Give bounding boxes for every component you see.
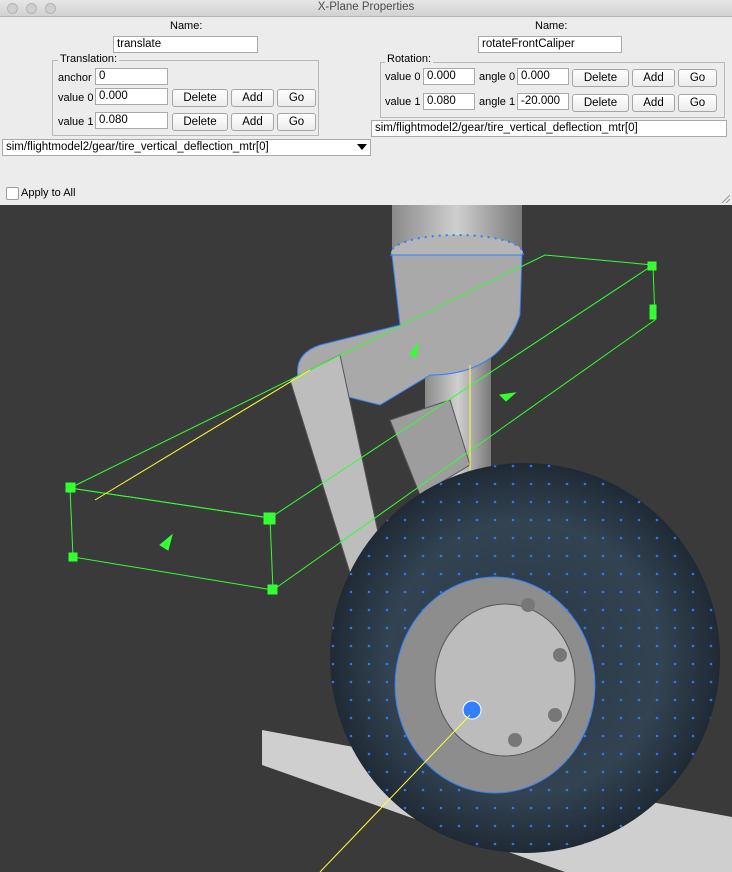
left-name-label: Name: (170, 20, 203, 32)
left-dataref-value: sim/flightmodel2/gear/tire_vertical_defl… (6, 141, 269, 153)
lug-nut (548, 708, 562, 722)
left-value0-delete-button[interactable]: Delete (172, 89, 228, 107)
angle0-field[interactable]: 0.000 (517, 68, 569, 85)
resize-grip-icon[interactable] (720, 193, 730, 203)
properties-window: X-Plane Properties Name: translate Trans… (0, 0, 732, 206)
right-value1-add-button[interactable]: Add (632, 94, 675, 112)
title-bar[interactable]: X-Plane Properties (0, 0, 732, 17)
3d-viewport[interactable] (0, 205, 732, 872)
left-value1-go-button[interactable]: Go (277, 113, 316, 131)
axle-center[interactable] (462, 700, 482, 720)
anchor-field[interactable]: 0 (95, 68, 168, 85)
right-value1-go-button[interactable]: Go (678, 94, 717, 112)
right-value0-go-button[interactable]: Go (678, 69, 717, 87)
lug-nut (508, 733, 522, 747)
anchor-label: anchor (58, 72, 92, 84)
lug-nut (553, 648, 567, 662)
left-value0-go-button[interactable]: Go (277, 89, 316, 107)
right-value1-label: value 1 (385, 96, 421, 108)
right-value0-field[interactable]: 0.000 (423, 68, 475, 85)
left-value1-add-button[interactable]: Add (231, 113, 274, 131)
left-value0-add-button[interactable]: Add (231, 89, 274, 107)
right-name-field[interactable]: rotateFrontCaliper (478, 36, 622, 53)
right-name-label: Name: (535, 20, 568, 32)
window-title: X-Plane Properties (317, 1, 415, 13)
left-name-field[interactable]: translate (113, 36, 258, 53)
rotation-group-title: Rotation: (385, 53, 434, 65)
right-value0-label: value 0 (385, 71, 421, 83)
right-value0-add-button[interactable]: Add (632, 69, 675, 87)
chevron-down-icon[interactable] (357, 144, 367, 150)
left-value0-label: value 0 (58, 92, 94, 104)
landing-gear-scene[interactable] (0, 205, 732, 872)
right-value1-delete-button[interactable]: Delete (572, 94, 629, 112)
right-dataref-field[interactable]: sim/flightmodel2/gear/tire_vertical_defl… (371, 120, 727, 137)
left-value0-field[interactable]: 0.000 (95, 88, 168, 105)
apply-to-all-checkbox[interactable] (6, 187, 19, 200)
left-dataref-dropdown[interactable]: sim/flightmodel2/gear/tire_vertical_defl… (2, 139, 371, 156)
right-value1-field[interactable]: 0.080 (423, 93, 475, 110)
left-value1-delete-button[interactable]: Delete (172, 113, 228, 131)
angle1-label: angle 1 (479, 96, 516, 108)
left-value1-label: value 1 (58, 116, 94, 128)
hub-face (434, 603, 576, 757)
angle0-label: angle 0 (479, 71, 516, 83)
right-value0-delete-button[interactable]: Delete (572, 69, 629, 87)
apply-to-all-label: Apply to All (21, 187, 76, 199)
translation-group-title: Translation: (58, 53, 120, 65)
left-value1-field[interactable]: 0.080 (95, 112, 168, 129)
lug-nut (521, 598, 535, 612)
angle1-field[interactable]: -20.000 (517, 93, 569, 110)
